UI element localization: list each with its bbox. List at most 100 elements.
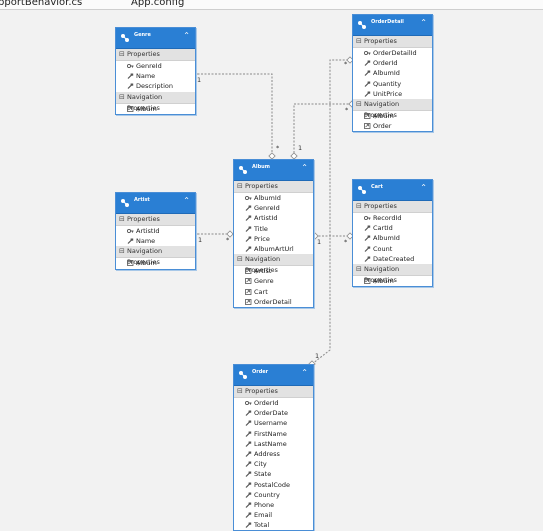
association-orderdetail-album[interactable]: *1: [290, 100, 356, 160]
property-row[interactable]: Name: [116, 236, 195, 246]
property-row[interactable]: Total: [234, 520, 313, 530]
collapse-chevron-icon[interactable]: ⌃: [183, 31, 190, 41]
property-row[interactable]: ArtistId: [234, 213, 313, 223]
entity-header[interactable]: Genre ⌃: [116, 28, 195, 49]
entity-album[interactable]: Album ⌃ ⊟ Properties AlbumId GenreId ArtistId T…: [233, 159, 314, 308]
property-row[interactable]: OrderId: [353, 58, 432, 68]
navigation-property-row[interactable]: OrderDetail: [234, 297, 313, 307]
property-row[interactable]: AlbumId: [353, 233, 432, 243]
collapse-chevron-icon[interactable]: ⌃: [420, 18, 427, 28]
property-name: Price: [254, 234, 270, 243]
navigation-property-row[interactable]: Album: [116, 104, 195, 114]
entity-header[interactable]: Cart ⌃: [353, 180, 432, 201]
entity-order[interactable]: Order ⌃ ⊟ Properties OrderId OrderDate Usernam…: [233, 364, 314, 531]
association-artist-album[interactable]: 1 *: [190, 230, 234, 244]
property-row[interactable]: PostalCode: [234, 480, 313, 490]
property-row[interactable]: Count: [353, 244, 432, 254]
section-label: Properties: [364, 202, 397, 210]
property-row[interactable]: LastName: [234, 439, 313, 449]
properties-section[interactable]: ⊟ Properties: [353, 201, 432, 213]
collapse-chevron-icon[interactable]: ⌃: [301, 163, 308, 173]
navigation-properties-section[interactable]: ⊟ Navigation Properties: [353, 98, 432, 119]
property-row[interactable]: State: [234, 469, 313, 479]
property-row[interactable]: RecordId: [353, 213, 432, 223]
section-collapse-icon[interactable]: ⊟: [119, 92, 125, 103]
association-line[interactable]: [194, 73, 273, 156]
association-line[interactable]: [293, 103, 352, 156]
collapse-chevron-icon[interactable]: ⌃: [420, 183, 427, 193]
property-name: Name: [136, 237, 156, 246]
navigation-property-row[interactable]: Album: [353, 276, 432, 286]
section-collapse-icon[interactable]: ⊟: [119, 49, 125, 60]
property-row[interactable]: AlbumId: [234, 193, 313, 203]
properties-section[interactable]: ⊟ Properties: [116, 49, 195, 61]
section-collapse-icon[interactable]: ⊟: [356, 201, 362, 212]
properties-section[interactable]: ⊟ Properties: [234, 181, 313, 193]
entity-header[interactable]: Artist ⌃: [116, 193, 195, 214]
property-row[interactable]: OrderDate: [234, 408, 313, 418]
section-collapse-icon[interactable]: ⊟: [119, 214, 125, 225]
property-name: OrderDetailId: [373, 49, 417, 57]
navigation-properties-section[interactable]: ⊟ Navigation Properties: [353, 263, 432, 284]
property-row[interactable]: Phone: [234, 500, 313, 510]
property-row[interactable]: OrderDetailId: [353, 48, 432, 58]
navigation-properties-section[interactable]: ⊟ Navigation Properties: [116, 246, 195, 266]
navigation-property-icon: [245, 278, 252, 285]
multiplicity-label: 1: [198, 236, 202, 244]
entity-orderdetail[interactable]: OrderDetail ⌃ ⊟ Properties OrderDetailId Orde…: [352, 14, 433, 133]
property-row[interactable]: Quantity: [353, 79, 432, 89]
navigation-properties-section[interactable]: ⊟ Navigation Properties: [116, 91, 195, 112]
property-row[interactable]: Email: [234, 510, 313, 520]
navigation-properties-section[interactable]: ⊟ Navigation Properties: [234, 254, 313, 274]
navigation-property-row[interactable]: Order: [353, 121, 432, 131]
association-album-cart[interactable]: 1 *: [311, 232, 354, 246]
entity-cart[interactable]: Cart ⌃ ⊟ Properties RecordId CartId AlbumId Cou…: [352, 179, 433, 288]
section-collapse-icon[interactable]: ⊟: [237, 386, 243, 397]
property-row[interactable]: Address: [234, 449, 313, 459]
navigation-property-row[interactable]: Album: [116, 258, 195, 268]
scalar-property-icon: [245, 420, 252, 427]
entity-header[interactable]: OrderDetail ⌃: [353, 15, 432, 36]
property-row[interactable]: ArtistId: [116, 226, 195, 236]
entity-header[interactable]: Album ⌃: [234, 160, 313, 181]
property-row[interactable]: Country: [234, 490, 313, 500]
property-row[interactable]: CartId: [353, 223, 432, 233]
multiplicity-label: 1: [197, 76, 201, 84]
property-name: Cart: [254, 287, 268, 296]
property-name: AlbumId: [373, 69, 400, 78]
properties-section[interactable]: ⊟ Properties: [353, 36, 432, 48]
properties-section[interactable]: ⊟ Properties: [116, 214, 195, 226]
property-row[interactable]: Title: [234, 224, 313, 234]
section-collapse-icon[interactable]: ⊟: [356, 36, 362, 47]
navigation-property-row[interactable]: Album: [353, 111, 432, 121]
property-row[interactable]: GenreId: [116, 61, 195, 71]
navigation-property-row[interactable]: Cart: [234, 287, 313, 297]
navigation-property-row[interactable]: Artist: [234, 266, 313, 276]
property-row[interactable]: Description: [116, 81, 195, 91]
property-row[interactable]: Username: [234, 418, 313, 428]
property-row[interactable]: OrderId: [234, 398, 313, 408]
properties-section[interactable]: ⊟ Properties: [234, 386, 313, 398]
property-row[interactable]: City: [234, 459, 313, 469]
navigation-property-row[interactable]: Genre: [234, 276, 313, 286]
property-row[interactable]: AlbumId: [353, 68, 432, 78]
entity-genre[interactable]: Genre ⌃ ⊟ Properties GenreId Name Description ⊟…: [115, 27, 196, 115]
section-collapse-icon[interactable]: ⊟: [356, 99, 362, 110]
property-row[interactable]: GenreId: [234, 203, 313, 213]
entity-header[interactable]: Order ⌃: [234, 365, 313, 386]
section-collapse-icon[interactable]: ⊟: [119, 246, 125, 257]
collapse-chevron-icon[interactable]: ⌃: [183, 196, 190, 206]
section-collapse-icon[interactable]: ⊟: [237, 254, 243, 265]
collapse-chevron-icon[interactable]: ⌃: [301, 368, 308, 378]
association-genre-album[interactable]: 1*: [190, 70, 280, 160]
entity-artist[interactable]: Artist ⌃ ⊟ Properties ArtistId Name ⊟ Navigatio…: [115, 192, 196, 270]
section-collapse-icon[interactable]: ⊟: [237, 181, 243, 192]
property-row[interactable]: AlbumArtUrl: [234, 244, 313, 254]
property-row[interactable]: Name: [116, 71, 195, 81]
property-row[interactable]: Price: [234, 234, 313, 244]
association-order-orderdetail[interactable]: 1*: [308, 56, 354, 368]
section-collapse-icon[interactable]: ⊟: [356, 264, 362, 275]
property-row[interactable]: UnitPrice: [353, 89, 432, 99]
property-row[interactable]: DateCreated: [353, 254, 432, 264]
property-row[interactable]: FirstName: [234, 429, 313, 439]
